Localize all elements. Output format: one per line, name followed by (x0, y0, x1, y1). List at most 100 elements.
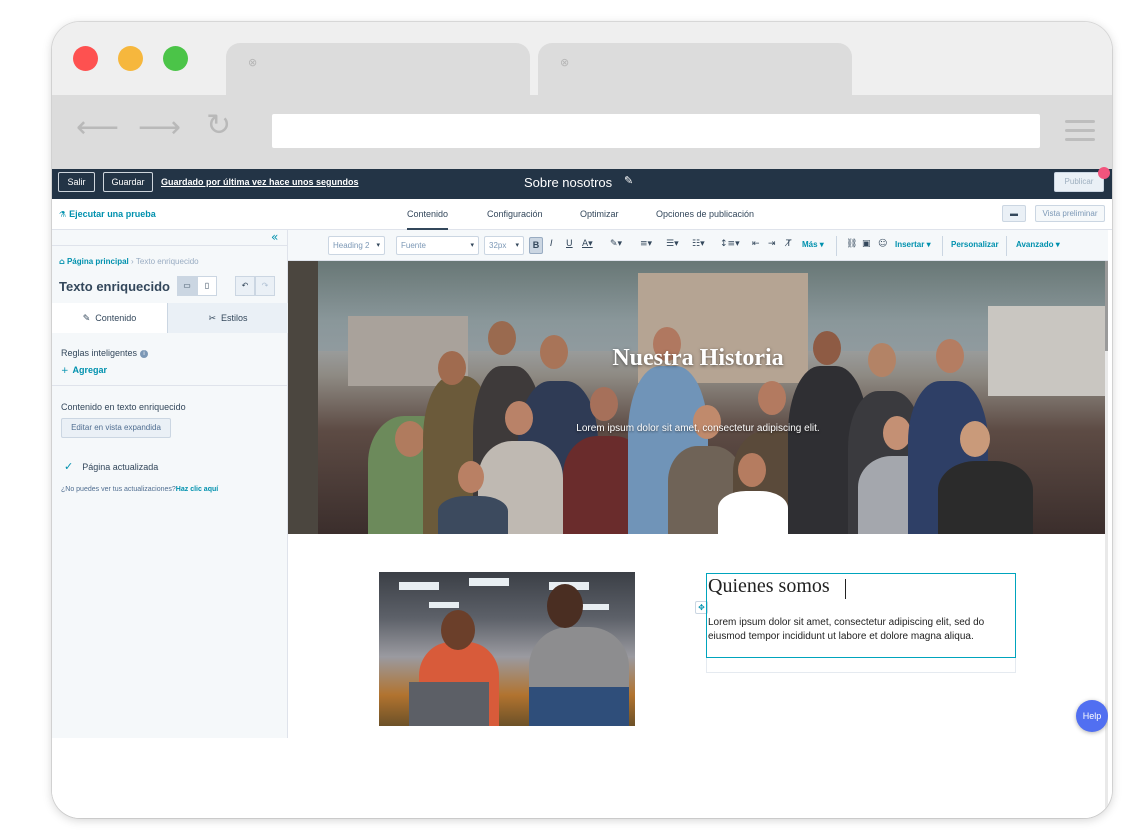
tab-close-icon[interactable]: ⊗ (248, 56, 257, 69)
module-title: Texto enriquecido (59, 279, 170, 294)
paragraph-style-select[interactable]: Heading 2 ▾ (328, 236, 385, 255)
comment-icon[interactable]: ▬ (1002, 205, 1026, 222)
close-window-dot[interactable] (73, 46, 98, 71)
editor-tabbar: ⚗ Ejecutar una prueba Contenido Configura… (52, 199, 1112, 230)
paragraph-style-value: Heading 2 (333, 241, 370, 250)
numbered-list-icon[interactable]: ☷▾ (692, 239, 705, 249)
clear-format-icon[interactable]: T̸ (786, 239, 792, 249)
image-icon[interactable]: ▣ (862, 239, 871, 249)
exit-button[interactable]: Salir (58, 172, 95, 192)
font-size-select[interactable]: 32px ▾ (484, 236, 524, 255)
preview-button[interactable]: Vista preliminar (1035, 205, 1105, 222)
highlight-icon[interactable]: ✎▾ (610, 239, 622, 249)
canvas-scrollbar-thumb[interactable] (1105, 261, 1108, 351)
section-paragraph[interactable]: Lorem ipsum dolor sit amet, consectetur … (708, 616, 1016, 644)
notification-badge (1098, 167, 1110, 179)
desktop-view-icon[interactable]: ▭ (177, 276, 197, 296)
outdent-icon[interactable]: ⇤ (752, 239, 760, 249)
underline-icon[interactable]: U (566, 239, 573, 249)
bulleted-list-icon[interactable]: ☰▾ (666, 239, 679, 249)
editor-topbar: Salir Guardar Guardado por última vez ha… (52, 167, 1112, 199)
browser-tab-2[interactable]: ⊗ (538, 43, 852, 95)
section-heading[interactable]: Quienes somos (708, 575, 830, 598)
text-color-icon[interactable]: A▾ (582, 239, 593, 249)
ceiling-light (579, 604, 609, 610)
richtext-module-selected[interactable]: Quienes somos Lorem ipsum dolor sit amet… (706, 573, 1016, 658)
hero-subtitle[interactable]: Lorem ipsum dolor sit amet, consectetur … (288, 423, 1108, 434)
hamburger-menu-icon[interactable] (1065, 120, 1095, 147)
breadcrumb-separator: › (131, 257, 134, 266)
tab-contenido[interactable]: Contenido (407, 209, 449, 230)
update-hint: ¿No puedes ver tus actualizaciones?Haz c… (61, 486, 218, 493)
plus-icon: + (61, 366, 69, 376)
advanced-dropdown[interactable]: Avanzado ▾ (1016, 240, 1060, 249)
forward-arrow-icon[interactable]: ⟶ (138, 113, 181, 143)
italic-icon[interactable]: I (550, 239, 553, 249)
info-icon[interactable]: i (140, 350, 149, 358)
minimize-window-dot[interactable] (118, 46, 143, 71)
more-dropdown[interactable]: Más ▾ (802, 240, 824, 249)
browser-toolbar: ⟵ ⟶ ↻ (52, 95, 1112, 169)
align-icon[interactable]: ≡▾ (640, 239, 652, 249)
toolbar-divider (942, 236, 943, 256)
font-size-value: 32px (489, 241, 507, 250)
page-updated-label: Página actualizada (82, 462, 159, 472)
sidebar-tabs: ✎ Contenido ✂ Estilos (52, 303, 288, 333)
laptop (409, 682, 489, 726)
line-height-icon[interactable]: ↕≡▾ (720, 239, 740, 249)
page-updated-status: ✓ Página actualizada (64, 460, 158, 473)
redo-icon[interactable]: ↷ (255, 276, 275, 296)
advanced-label: Avanzado (1016, 240, 1054, 249)
save-button[interactable]: Guardar (103, 172, 153, 192)
pencil-icon: ✎ (82, 314, 91, 324)
saved-status-link[interactable]: Guardado por última vez hace unos segund… (161, 177, 359, 187)
run-test-link[interactable]: ⚗ Ejecutar una prueba (59, 209, 156, 219)
address-bar[interactable] (272, 114, 1040, 148)
insert-dropdown[interactable]: Insertar ▾ (895, 240, 931, 249)
text-cursor (845, 579, 846, 599)
undo-icon[interactable]: ↶ (235, 276, 255, 296)
richtext-content-label: Contenido en texto enriquecido (61, 402, 186, 412)
toolbar-divider (836, 236, 837, 256)
collapse-sidebar-icon[interactable]: « (271, 230, 278, 244)
tab-optimizar[interactable]: Optimizar (580, 209, 619, 219)
help-button[interactable]: Help (1076, 700, 1108, 732)
ceiling-light (399, 582, 439, 590)
link-icon[interactable]: ⛓ (846, 239, 857, 249)
reload-icon[interactable]: ↻ (206, 111, 231, 141)
person-right-head (547, 584, 583, 628)
tab-close-icon[interactable]: ⊗ (560, 56, 569, 69)
team-laptop-photo[interactable] (379, 572, 635, 726)
hero-banner[interactable]: Nuestra Historia Lorem ipsum dolor sit a… (288, 261, 1108, 534)
font-select[interactable]: Fuente ▾ (396, 236, 479, 255)
sidebar-tab-estilos-label: Estilos (221, 313, 248, 323)
indent-icon[interactable]: ⇥ (768, 239, 776, 249)
back-arrow-icon[interactable]: ⟵ (76, 113, 119, 143)
personalize-button[interactable]: Personalizar (951, 240, 999, 249)
maximize-window-dot[interactable] (163, 46, 188, 71)
publish-button[interactable]: Publicar (1054, 172, 1104, 192)
hero-title[interactable]: Nuestra Historia (288, 345, 1108, 372)
hint-click-link[interactable]: Haz clic aquí (176, 486, 218, 493)
breadcrumb-home-link[interactable]: Página principal (67, 257, 129, 266)
sidebar-tab-contenido[interactable]: ✎ Contenido (52, 303, 168, 333)
checkmark-icon: ✓ (64, 460, 74, 473)
tab-opciones-publicacion[interactable]: Opciones de publicación (656, 209, 754, 219)
chevron-down-icon: ▾ (376, 241, 380, 249)
ceiling-light (429, 602, 459, 608)
edit-title-pencil-icon[interactable]: ✎ (624, 174, 633, 187)
sidebar-bottom-blank (52, 738, 288, 818)
edit-expanded-button[interactable]: Editar en vista expandida (61, 418, 171, 438)
bold-icon[interactable]: B (529, 237, 543, 254)
chevron-down-icon: ▾ (470, 241, 474, 249)
mobile-view-icon[interactable]: ▯ (197, 276, 217, 296)
add-smart-rule-link[interactable]: + Agregar (61, 365, 107, 376)
smart-rules-label: Reglas inteligentes i (61, 348, 149, 358)
page-canvas: Nuestra Historia Lorem ipsum dolor sit a… (288, 261, 1108, 818)
more-label: Más (802, 240, 818, 249)
sidebar-tab-estilos[interactable]: ✂ Estilos (168, 303, 288, 333)
browser-tab-1[interactable]: ⊗ (226, 43, 530, 95)
emoji-icon[interactable]: ☺ (878, 239, 887, 249)
font-value: Fuente (401, 241, 426, 250)
tab-configuracion[interactable]: Configuración (487, 209, 543, 219)
